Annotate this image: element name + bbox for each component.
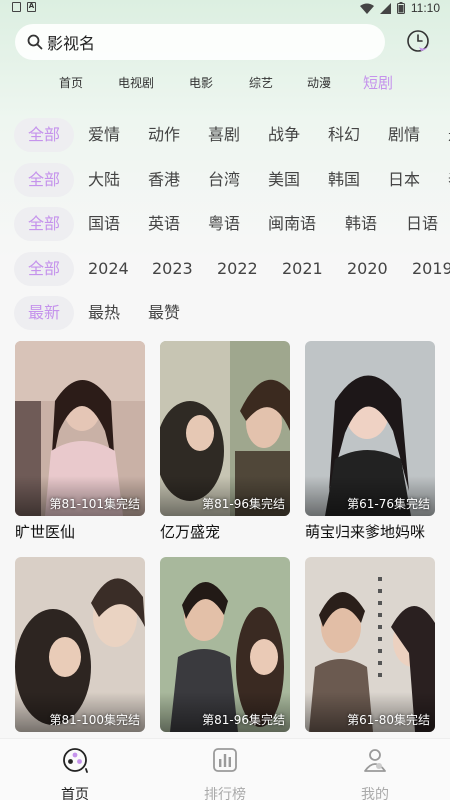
filter-chip[interactable]: 2021	[282, 252, 323, 286]
show-card[interactable]: 第81-100集完结	[15, 557, 145, 732]
filter-chip[interactable]: 日语	[406, 207, 438, 241]
filter-chip[interactable]: 2022	[217, 252, 258, 286]
tab-movies[interactable]: 电影	[189, 74, 213, 91]
battery-icon	[396, 2, 405, 14]
filter-chip[interactable]: 动作	[148, 118, 180, 152]
filter-row-year: 全部 2024 2023 2022 2021 2020 2019	[14, 252, 450, 286]
filter-chip[interactable]: 爱情	[88, 118, 120, 152]
nav-home[interactable]: 首页	[25, 747, 125, 800]
filter-chip[interactable]: 台湾	[208, 163, 240, 197]
episode-badge: 第81-100集完结	[49, 713, 140, 727]
show-title[interactable]: 亿万盛宠	[160, 521, 290, 542]
filter-chip[interactable]: 科幻	[328, 118, 360, 152]
filter-row-sort: 最新 最热 最赞	[14, 296, 450, 330]
search-placeholder: 影视名	[47, 34, 96, 53]
filter-chip[interactable]: 日本	[388, 163, 420, 197]
filter-chip[interactable]: 全部	[14, 118, 74, 152]
nav-label: 我的	[361, 787, 389, 800]
episode-badge: 第81-96集完结	[202, 713, 285, 727]
tab-home[interactable]: 首页	[59, 74, 83, 91]
poster-image[interactable]: 第61-80集完结	[305, 557, 435, 732]
search-icon	[27, 34, 43, 50]
filter-chip[interactable]: 英语	[148, 207, 180, 241]
filter-chip[interactable]: 2020	[347, 252, 388, 286]
user-icon	[364, 749, 386, 772]
poster-image[interactable]: 第81-100集完结	[15, 557, 145, 732]
show-card[interactable]: 第81-101集完结 旷世医仙	[15, 341, 145, 542]
sort-chip[interactable]: 最热	[88, 296, 120, 330]
filter-chip[interactable]: 韩国	[328, 163, 360, 197]
filter-chip[interactable]: 剧情	[388, 118, 420, 152]
episode-badge: 第61-80集完结	[347, 713, 430, 727]
status-bar: A 11:10	[0, 0, 450, 18]
tab-variety[interactable]: 综艺	[249, 74, 273, 91]
show-card[interactable]: 第81-96集完结 亿万盛宠	[160, 341, 290, 542]
search-input[interactable]: 影视名	[15, 24, 385, 60]
filter-chip[interactable]: 2024	[88, 252, 129, 286]
history-clock-icon[interactable]	[405, 28, 433, 56]
notification-a-icon: A	[27, 2, 36, 12]
nav-label: 首页	[61, 787, 89, 800]
filter-chip[interactable]: 韩语	[345, 207, 377, 241]
show-card[interactable]: 第81-96集完结	[160, 557, 290, 732]
filter-chip[interactable]: 香港	[148, 163, 180, 197]
filter-chip[interactable]: 美国	[268, 163, 300, 197]
show-title[interactable]: 萌宝归来爹地妈咪	[305, 521, 435, 542]
tab-short-drama[interactable]: 短剧	[363, 72, 393, 93]
sort-chip[interactable]: 最新	[14, 296, 74, 330]
filter-row-region: 全部 大陆 香港 台湾 美国 韩国 日本 泰	[14, 163, 450, 197]
nav-ranking[interactable]: 排行榜	[175, 747, 275, 800]
search-row: 影视名	[15, 24, 435, 60]
filter-chip[interactable]: 全部	[14, 163, 74, 197]
poster-image[interactable]: 第81-101集完结	[15, 341, 145, 516]
filter-chip[interactable]: 全部	[14, 207, 74, 241]
nav-label: 排行榜	[204, 787, 246, 800]
nav-profile[interactable]: 我的	[325, 747, 425, 800]
notification-square-icon	[12, 2, 21, 12]
filter-chip[interactable]: 2019	[412, 252, 450, 286]
film-reel-icon	[63, 748, 88, 773]
poster-image[interactable]: 第81-96集完结	[160, 557, 290, 732]
show-card[interactable]: 第61-76集完结 萌宝归来爹地妈咪	[305, 341, 435, 542]
status-time: 11:10	[410, 1, 440, 15]
filter-chip[interactable]: 战争	[268, 118, 300, 152]
tab-anime[interactable]: 动漫	[307, 74, 331, 91]
poster-image[interactable]: 第81-96集完结	[160, 341, 290, 516]
signal-icon	[379, 2, 391, 14]
filter-row-genre: 全部 爱情 动作 喜剧 战争 科幻 剧情 悬	[14, 118, 450, 152]
filter-chip[interactable]: 粤语	[208, 207, 240, 241]
show-card[interactable]: 第61-80集完结	[305, 557, 435, 732]
bar-chart-icon	[213, 748, 237, 772]
episode-badge: 第81-101集完结	[49, 497, 140, 511]
filter-chip[interactable]: 闽南语	[268, 207, 316, 241]
filter-row-language: 全部 国语 英语 粤语 闽南语 韩语 日语	[14, 207, 450, 241]
filter-chip[interactable]: 全部	[14, 252, 74, 286]
tab-tv-series[interactable]: 电视剧	[118, 74, 154, 91]
filter-chip[interactable]: 2023	[152, 252, 193, 286]
bottom-navigation: 首页 排行榜 我的	[0, 738, 450, 800]
poster-image[interactable]: 第61-76集完结	[305, 341, 435, 516]
filter-chip[interactable]: 喜剧	[208, 118, 240, 152]
sort-chip[interactable]: 最赞	[148, 296, 180, 330]
filter-chip[interactable]: 大陆	[88, 163, 120, 197]
episode-badge: 第61-76集完结	[347, 497, 430, 511]
episode-badge: 第81-96集完结	[202, 497, 285, 511]
show-title[interactable]: 旷世医仙	[15, 521, 145, 542]
category-tabs: 首页 电视剧 电影 综艺 动漫 短剧	[0, 74, 450, 98]
wifi-icon	[359, 3, 374, 14]
filter-chip[interactable]: 国语	[88, 207, 120, 241]
